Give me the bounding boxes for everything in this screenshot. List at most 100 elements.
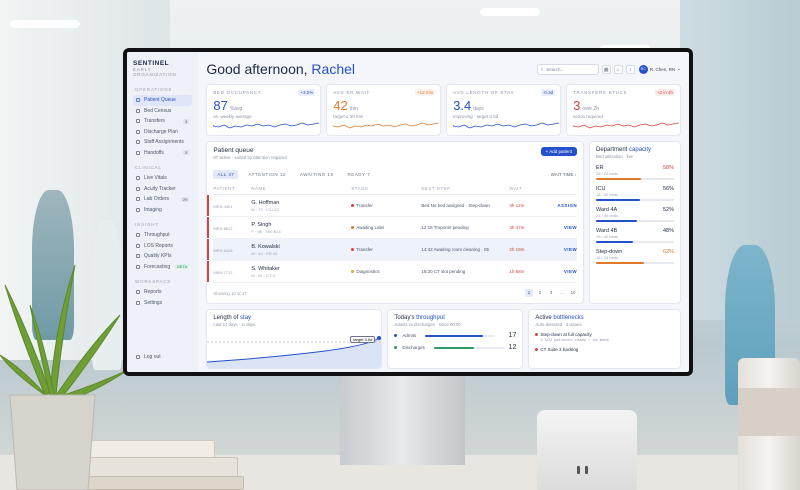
sidebar-item-label: Live Vitals xyxy=(144,175,167,182)
sort-dropdown[interactable]: WAIT TIME ↓ xyxy=(551,172,577,177)
throughput-bar-fill xyxy=(433,346,475,349)
priority-marker xyxy=(207,261,209,282)
throughput-subtitle: Admits vs discharges · since 00:00 xyxy=(394,322,461,327)
kpi-card: TRANSFERS STUCK +2 in 4h 3 over 2h action re… xyxy=(566,84,681,136)
ward-beds: 28 / 24 beds xyxy=(596,171,619,176)
sidebar-item-discharge-plan[interactable]: Discharge Plan xyxy=(133,127,192,138)
ceiling-light xyxy=(480,8,540,16)
list-icon xyxy=(136,98,140,103)
add-patient-button[interactable]: + Add patient xyxy=(540,147,577,156)
bell-icon[interactable]: ♪ xyxy=(625,64,635,74)
table-row[interactable]: MRN 8512 P. Singh F · 58 · 3S0 B14 Awaiting… xyxy=(207,217,577,239)
heart-icon xyxy=(136,176,140,181)
patient-detail: F · 58 · 3S0 B14 xyxy=(251,228,281,234)
kpi-unit: %avg xyxy=(229,106,243,112)
patient-name-cell: B. Kowalski M · 44 · ER 02 xyxy=(251,244,351,256)
throughput-bar xyxy=(433,346,504,349)
chevron-down-icon[interactable]: ⌄ xyxy=(677,66,681,72)
legend-dot xyxy=(394,334,398,337)
page-button[interactable]: … xyxy=(558,289,566,297)
image-icon xyxy=(136,207,140,212)
app-screen: SENTINEL EARLY ORGANIZATION OPERATIONS Pa… xyxy=(127,52,689,372)
sidebar-item-imaging[interactable]: Imaging xyxy=(133,205,192,216)
sidebar-item-quality-kpis[interactable]: Quality KPIs xyxy=(133,251,192,262)
sidebar-item-label: Acuity Tracker xyxy=(144,185,176,192)
page-button[interactable]: 2 xyxy=(536,289,544,297)
throughput-bar xyxy=(425,334,496,337)
avatar[interactable]: RC xyxy=(638,64,648,74)
next-step: Bed No bed assigned · Step-down xyxy=(421,203,490,208)
kpi-sparkline xyxy=(453,122,560,129)
sun-icon[interactable]: ☼ xyxy=(613,64,623,74)
user-first-name: Rachel xyxy=(311,61,356,77)
ward-beds: 19 / 40 beds xyxy=(596,234,619,239)
kpi-number: 42 xyxy=(333,98,348,113)
kpi-number: 87 xyxy=(213,98,228,113)
table-row[interactable]: MRN 6428 B. Kowalski M · 44 · ER 02 Transfe… xyxy=(207,239,577,261)
brand-name: SENTINEL xyxy=(133,60,170,67)
throughput-bar-fill xyxy=(425,334,483,337)
filter-chip[interactable]: ALL 47 xyxy=(213,170,239,179)
alert-dot xyxy=(535,333,539,337)
bottleneck-item[interactable]: Step-down at full capacity 2 ICU patients… xyxy=(535,332,674,342)
sidebar-item-transfers[interactable]: Transfers 3 xyxy=(133,116,192,127)
user-name[interactable]: R. Chen, RN xyxy=(650,67,676,72)
page-button[interactable]: 1 xyxy=(525,289,533,297)
ward-bar xyxy=(596,178,674,180)
page-button[interactable]: 3 xyxy=(547,289,555,297)
ward-percent: 52% xyxy=(662,207,674,213)
sidebar-item-handoffs[interactable]: Handoffs 5 xyxy=(133,148,192,159)
search-input[interactable]: ⌕ Search... xyxy=(536,63,599,75)
sidebar-item-lab-orders[interactable]: Lab Orders 29 xyxy=(133,194,192,205)
row-action-button[interactable]: ASSIGN xyxy=(557,203,577,208)
ward-percent: 58% xyxy=(662,165,674,171)
ward-bar xyxy=(596,262,674,264)
next-step: 15:20 CT slot pending xyxy=(421,269,466,274)
sidebar-item-live-vitals[interactable]: Live Vitals xyxy=(133,173,192,184)
clipboard-icon xyxy=(136,129,140,134)
kpi-value: 87 %avg xyxy=(213,98,314,113)
ward-percent: 56% xyxy=(662,186,674,192)
ward-percent: 48% xyxy=(662,228,674,234)
page-button[interactable]: 10 xyxy=(569,289,577,297)
bottleneck-item[interactable]: CT Suite 3 backlog xyxy=(535,347,674,352)
ward-item: Ward 4B 48% 19 / 40 beds xyxy=(596,228,674,243)
patient-mrn: MRN 6428 xyxy=(213,247,233,253)
row-action-button[interactable]: VIEW xyxy=(557,247,577,252)
table-row[interactable]: MRN 7712 S. Whitaker M · 61 · CT-3 Diagnost… xyxy=(207,261,577,283)
sidebar-item-bed-census[interactable]: Bed Census xyxy=(133,106,192,117)
sidebar-item-settings[interactable]: Settings xyxy=(133,298,192,309)
patient-detail: M · 72 · ICU 22 xyxy=(251,206,279,212)
column-header: PATIENT xyxy=(213,186,236,191)
filter-chip[interactable]: READY 7 xyxy=(344,170,375,179)
filter-chip[interactable]: AWAITING 15 xyxy=(296,170,338,179)
filter-chip[interactable]: ATTENTION 12 xyxy=(244,170,289,179)
stage-cell: Awaiting Labs xyxy=(351,225,421,230)
table-row[interactable]: MRN 4401 G. Hoffman M · 72 · ICU 22 Transfe… xyxy=(207,195,577,217)
alert-dot xyxy=(535,348,539,352)
stage-label: Transfer xyxy=(356,247,373,252)
sidebar-item-throughput[interactable]: Throughput xyxy=(133,230,192,241)
kpi-sparkline xyxy=(213,122,320,129)
row-action-button[interactable]: VIEW xyxy=(557,269,577,274)
row-action-button[interactable]: VIEW xyxy=(557,225,577,230)
capacity-title: Department capacity xyxy=(596,147,652,153)
stay-target-label: target 3.0d xyxy=(350,336,376,343)
queue-count: Showing 10 of 47 xyxy=(213,290,247,296)
status-dot xyxy=(351,248,355,252)
ward-bar xyxy=(596,199,674,201)
sidebar-item-los-reports[interactable]: LOS Reports xyxy=(133,241,192,252)
logout-button[interactable]: Log out xyxy=(133,352,164,363)
sidebar-item-reports[interactable]: Reports xyxy=(133,287,192,298)
queue-table-header: PATIENT NAME STAGE NEXT STEP WAIT xyxy=(213,186,577,195)
sidebar-item-acuity-tracker[interactable]: Acuity Tracker xyxy=(133,184,192,195)
patient-queue-card: Patient queue 87 active · sorted by atte… xyxy=(206,141,584,304)
sidebar-item-patient-queue[interactable]: Patient Queue xyxy=(133,95,193,106)
grid-icon[interactable]: ▦ xyxy=(601,64,611,74)
sidebar-item-forecasting[interactable]: Forecasting BETA xyxy=(133,262,192,273)
patient-name-cell: S. Whitaker M · 61 · CT-3 xyxy=(251,266,351,278)
wait-time: 1h 58m xyxy=(509,269,525,274)
sidebar-item-label: Throughput xyxy=(144,232,170,239)
sidebar-item-label: Discharge Plan xyxy=(144,128,178,135)
sidebar-item-staff-assignments[interactable]: Staff Assignments xyxy=(133,137,192,148)
